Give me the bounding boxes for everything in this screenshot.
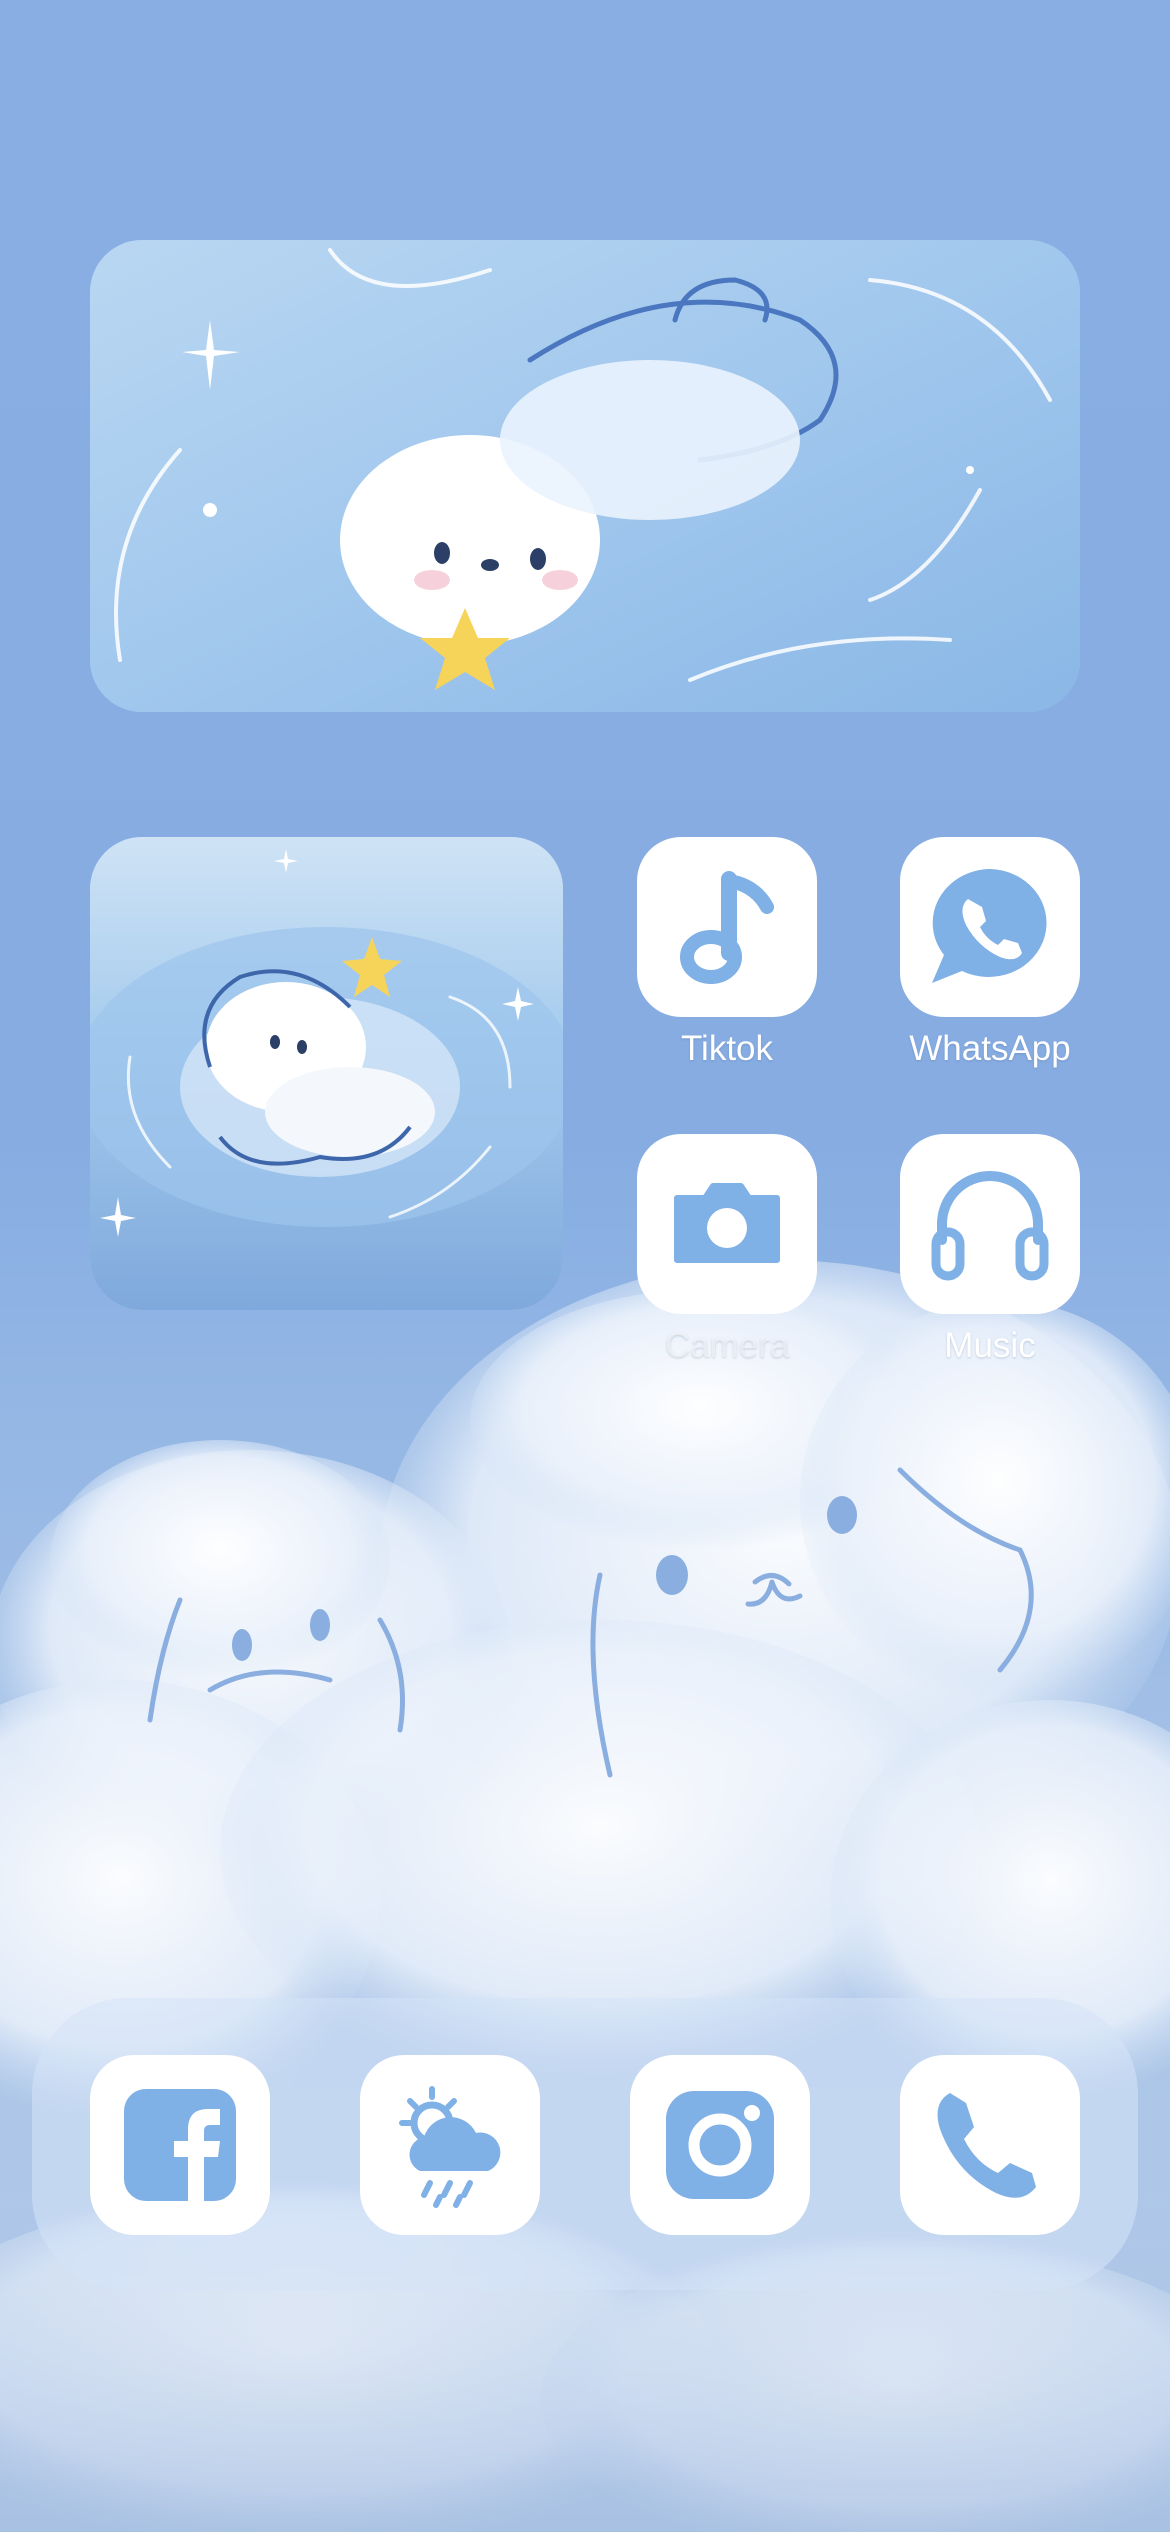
app-camera[interactable]: Camera	[637, 1134, 817, 1366]
weather-icon	[399, 2086, 501, 2208]
app-whatsapp[interactable]: WhatsApp	[900, 837, 1080, 1069]
app-tile-tiktok[interactable]	[637, 837, 817, 1017]
dock-tile-weather[interactable]	[360, 2055, 540, 2235]
phone-icon	[937, 2093, 1036, 2198]
dock	[32, 1998, 1138, 2290]
dock-app-instagram[interactable]	[630, 2055, 810, 2235]
camera-icon	[674, 1183, 780, 1263]
music-note-icon	[680, 871, 774, 984]
headphones-icon	[931, 1171, 1049, 1281]
photo-widget-large[interactable]	[90, 240, 1080, 712]
app-label-whatsapp: WhatsApp	[909, 1029, 1071, 1068]
app-label-camera: Camera	[664, 1326, 790, 1365]
dock-tile-facebook[interactable]	[90, 2055, 270, 2235]
dock-tile-instagram[interactable]	[630, 2055, 810, 2235]
instagram-icon	[666, 2091, 774, 2199]
app-tile-whatsapp[interactable]	[900, 837, 1080, 1017]
photo-widget-small[interactable]	[90, 837, 563, 1310]
dock-app-phone[interactable]	[900, 2055, 1080, 2235]
dock-app-facebook[interactable]	[90, 2055, 270, 2235]
facebook-icon	[124, 2089, 236, 2201]
dock-app-weather[interactable]	[360, 2055, 540, 2235]
app-music[interactable]: Music	[900, 1134, 1080, 1366]
app-tile-camera[interactable]	[637, 1134, 817, 1314]
app-tile-music[interactable]	[900, 1134, 1080, 1314]
puppy-in-water-illustration	[90, 837, 563, 1310]
whatsapp-phone-bubble-icon	[932, 869, 1047, 983]
app-label-music: Music	[944, 1326, 1036, 1365]
app-label-tiktok: Tiktok	[680, 1029, 774, 1068]
app-tiktok[interactable]: Tiktok	[637, 837, 817, 1069]
floating-puppy-illustration	[90, 240, 1080, 712]
dock-tile-phone[interactable]	[900, 2055, 1080, 2235]
